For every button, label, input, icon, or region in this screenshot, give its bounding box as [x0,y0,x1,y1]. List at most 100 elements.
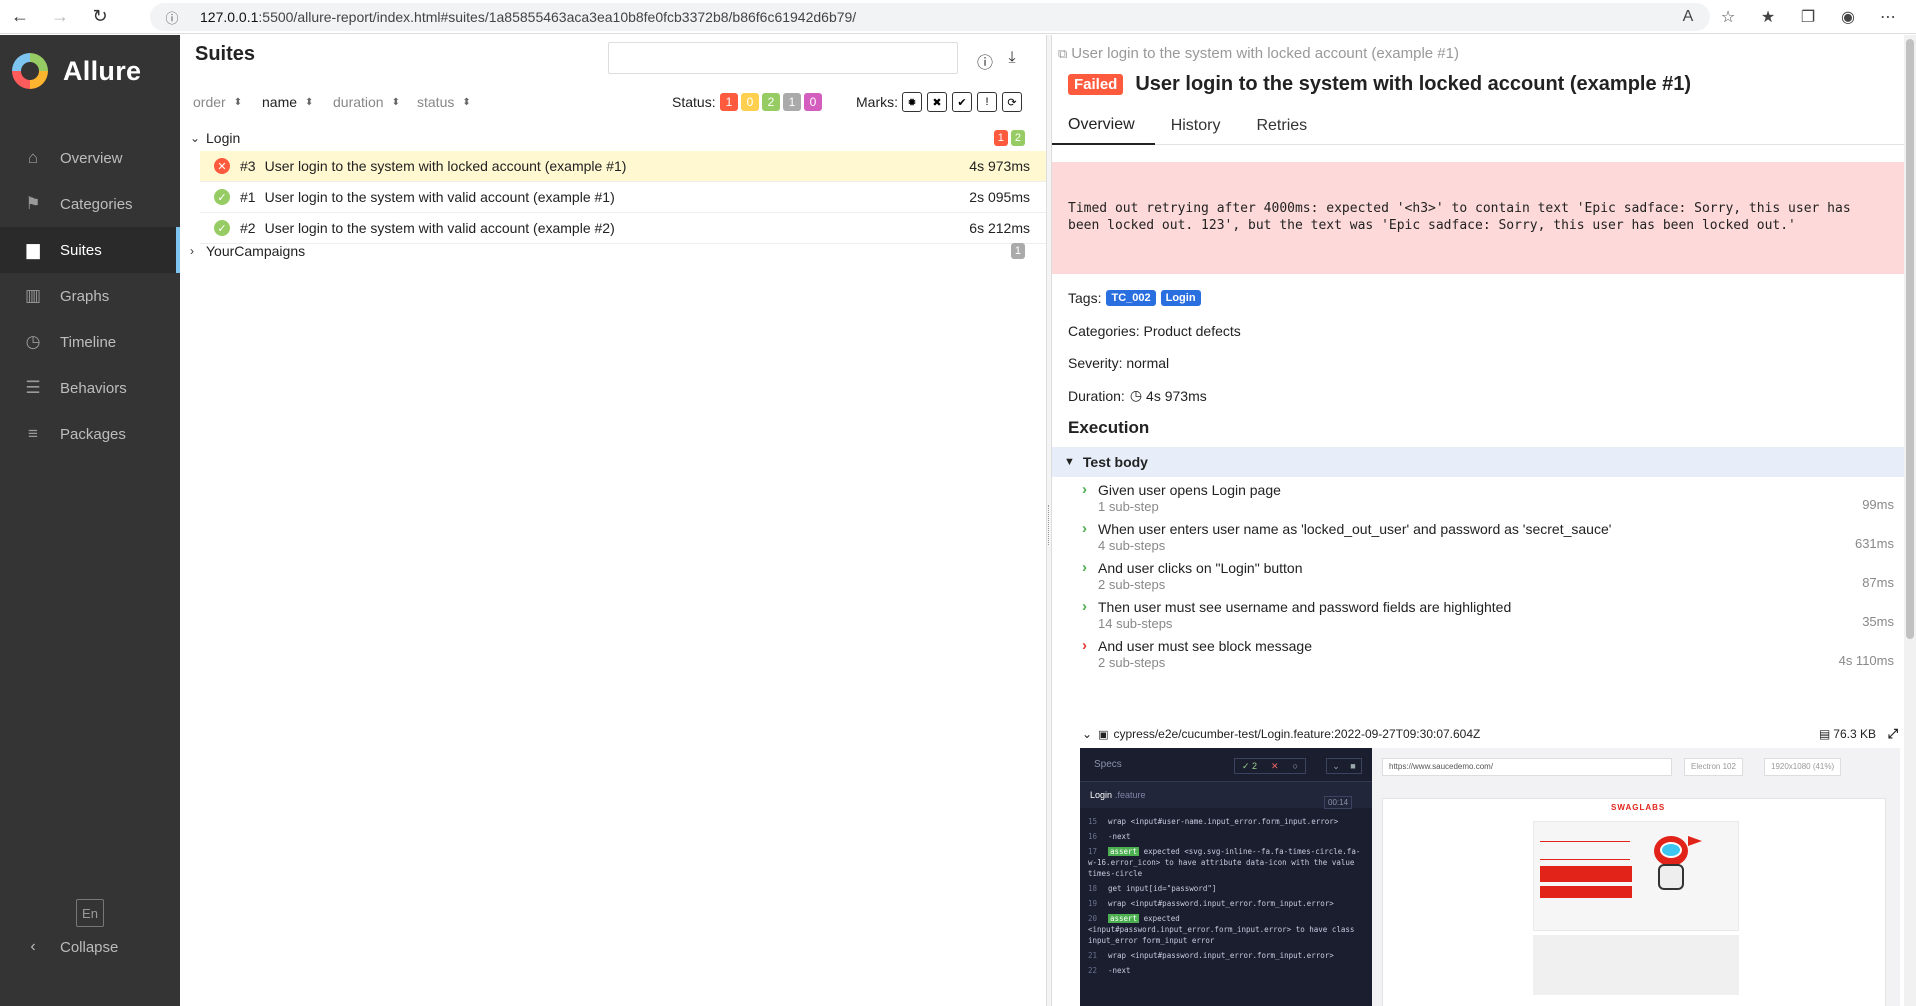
status-unknown-toggle[interactable]: 0 [804,93,822,111]
test-body-header[interactable]: ▼ Test body [1052,447,1904,477]
count-badge-failed: 1 [993,130,1008,146]
language-switch[interactable]: En [76,899,104,927]
status-passed-toggle[interactable]: 2 [762,93,780,111]
flaky-mark-icon[interactable]: ✹ [902,92,922,112]
detail-scrollbar[interactable] [1904,35,1916,1006]
suite-group-header[interactable]: › YourCampaigns 1 [180,238,1046,264]
test-detail-panel: ⧉ User login to the system with locked a… [1052,35,1904,1006]
brand-title: Allure [63,55,142,86]
favorite-add-icon[interactable]: ☆ [1708,7,1748,27]
collapse-button[interactable]: ‹ Collapse [20,938,118,956]
chevron-right-icon: › [1082,520,1087,537]
new-passed-mark-icon[interactable]: ✔ [952,92,972,112]
new-failed-mark-icon[interactable]: ✖ [927,92,947,112]
error-message: Timed out retrying after 4000ms: expecte… [1052,162,1904,274]
tag-badge: Login [1160,290,1201,306]
sidebar-item-behaviors[interactable]: ☰ Behaviors [0,365,180,411]
cypress-stats: ✓ 2 ✕ ○ [1234,758,1306,774]
sort-duration[interactable]: duration ⬍ [333,94,400,110]
sidebar-item-timeline[interactable]: ◷ Timeline [0,319,180,365]
collections-icon[interactable]: ❐ [1788,7,1828,27]
test-name: User login to the system with locked acc… [264,158,627,174]
sidebar-item-packages[interactable]: ≡ Packages [0,411,180,457]
status-broken-toggle[interactable]: 0 [741,93,759,111]
sidebar-item-label: Suites [60,241,102,259]
tab-history[interactable]: History [1155,107,1241,145]
clock-icon: ◷ [25,332,41,351]
sidebar-item-graphs[interactable]: ▥ Graphs [0,273,180,319]
cypress-command-log: Specs ✓ 2 ✕ ○ ⌄ ■ Login .feature 00:14 15 wra… [1080,748,1372,1006]
bar-chart-icon: ▥ [24,286,42,305]
brand[interactable]: Allure [0,35,180,107]
sidebar-item-categories[interactable]: ⚑ Categories [0,181,180,227]
swag-logo: SWAGLABS [1611,803,1666,812]
chevron-down-icon: ▼ [1064,456,1075,468]
sidebar-menu: ⌂ Overview ⚑ Categories ▆ Suites ▥ Graphs ◷ Timel… [0,135,180,457]
step-row[interactable]: › And user must see block message 2 sub-st… [1082,637,1894,677]
sort-status[interactable]: status ⬍ [417,94,471,110]
step-duration: 99ms [1862,497,1894,512]
chevron-down-icon: ⌄ [190,131,201,145]
log-line: 22 -next [1088,966,1131,975]
search-input[interactable] [608,42,958,74]
retries-mark-icon[interactable]: ⟳ [1002,92,1022,112]
step-substeps: 2 sub-steps [1098,655,1166,670]
back-icon[interactable]: ← [0,0,40,34]
step-duration: 631ms [1854,536,1894,551]
test-row[interactable]: ✓ #1 User login to the system with valid a… [200,182,1046,213]
test-row[interactable]: ✕ #3 User login to the system with locked … [200,151,1046,182]
passed-status-icon: ✓ [214,220,230,236]
sidebar-item-suites[interactable]: ▆ Suites [0,227,180,273]
download-icon[interactable]: ⤓ [1002,49,1022,69]
profile-avatar[interactable]: ◉ [1828,7,1868,27]
step-substeps: 14 sub-steps [1098,616,1173,631]
status-filter: 1 0 2 1 0 [720,93,825,111]
tab-retries[interactable]: Retries [1240,107,1327,145]
step-name: Given user opens Login page [1098,482,1281,498]
step-row[interactable]: › Given user opens Login page 1 sub-step 99… [1082,481,1894,521]
robot-illustration [1644,830,1704,900]
more-menu-icon[interactable]: ⋯ [1868,7,1908,27]
sidebar: Allure ⌂ Overview ⚑ Categories ▆ Suites ▥ Graph… [0,35,180,1006]
attachment-screenshot[interactable]: Specs ✓ 2 ✕ ○ ⌄ ■ Login .feature 00:14 15 wra… [1080,748,1900,1006]
step-name: When user enters user name as 'locked_ou… [1098,521,1612,537]
favorites-icon[interactable]: ★ [1748,7,1788,27]
status-skipped-toggle[interactable]: 1 [783,93,801,111]
step-name: Then user must see username and password… [1098,599,1512,615]
cypress-controls: ⌄ ■ [1326,758,1362,774]
reload-icon[interactable]: ↻ [80,0,120,34]
log-line: 20 assert expected <input#password.input_… [1088,914,1355,945]
breadcrumb: ⧉ User login to the system with locked a… [1058,45,1459,62]
step-substeps: 1 sub-step [1098,499,1159,514]
tab-overview[interactable]: Overview [1052,107,1155,145]
suite-group-header[interactable]: ⌄ Login 1 2 [180,125,1046,151]
sort-order[interactable]: order ⬍ [193,94,242,110]
status-failed-toggle[interactable]: 1 [720,93,738,111]
read-aloud-icon[interactable]: A [1668,8,1708,26]
test-number: #3 [240,158,256,174]
sidebar-item-label: Categories [60,195,133,213]
sidebar-item-overview[interactable]: ⌂ Overview [0,135,180,181]
step-row[interactable]: › When user enters user name as 'locked_o… [1082,520,1894,560]
step-row[interactable]: › And user clicks on "Login" button 2 sub-… [1082,559,1894,599]
sort-name[interactable]: name ⬍ [262,94,313,110]
tag-badge: TC_002 [1106,290,1156,306]
site-info-icon[interactable]: ⓘ [158,8,186,27]
step-row[interactable]: › Then user must see username and passwor… [1082,598,1894,638]
log-line: 21 wrap <input#password.input_error.form_… [1088,951,1334,960]
info-icon[interactable]: ⓘ [975,49,995,72]
expand-icon[interactable]: ⤢ [1888,726,1898,742]
chevron-right-icon: › [190,244,194,258]
test-name: User login to the system with valid acco… [264,220,615,236]
forward-icon[interactable]: → [40,0,80,34]
list-icon: ☰ [25,378,41,397]
suites-panel: Suites ⓘ ⤓ order ⬍ name ⬍ duration ⬍ status… [180,35,1046,1006]
marks-filter: ✹ ✖ ✔ ! ⟳ [902,92,1027,112]
preview-url: https://www.saucedemo.com/ [1382,758,1672,776]
copy-icon[interactable]: ⧉ [1058,46,1067,62]
new-broken-mark-icon[interactable]: ! [977,92,997,112]
attachment-row[interactable]: ⌄ ▣ cypress/e2e/cucumber-test/Login.feat… [1082,724,1904,744]
cypress-preview: https://www.saucedemo.com/ Electron 102 … [1372,748,1900,1006]
address-bar[interactable]: ⓘ 127.0.0.1:5500/allure-report/index.htm… [150,3,1710,31]
chevron-right-icon: › [1082,598,1087,615]
